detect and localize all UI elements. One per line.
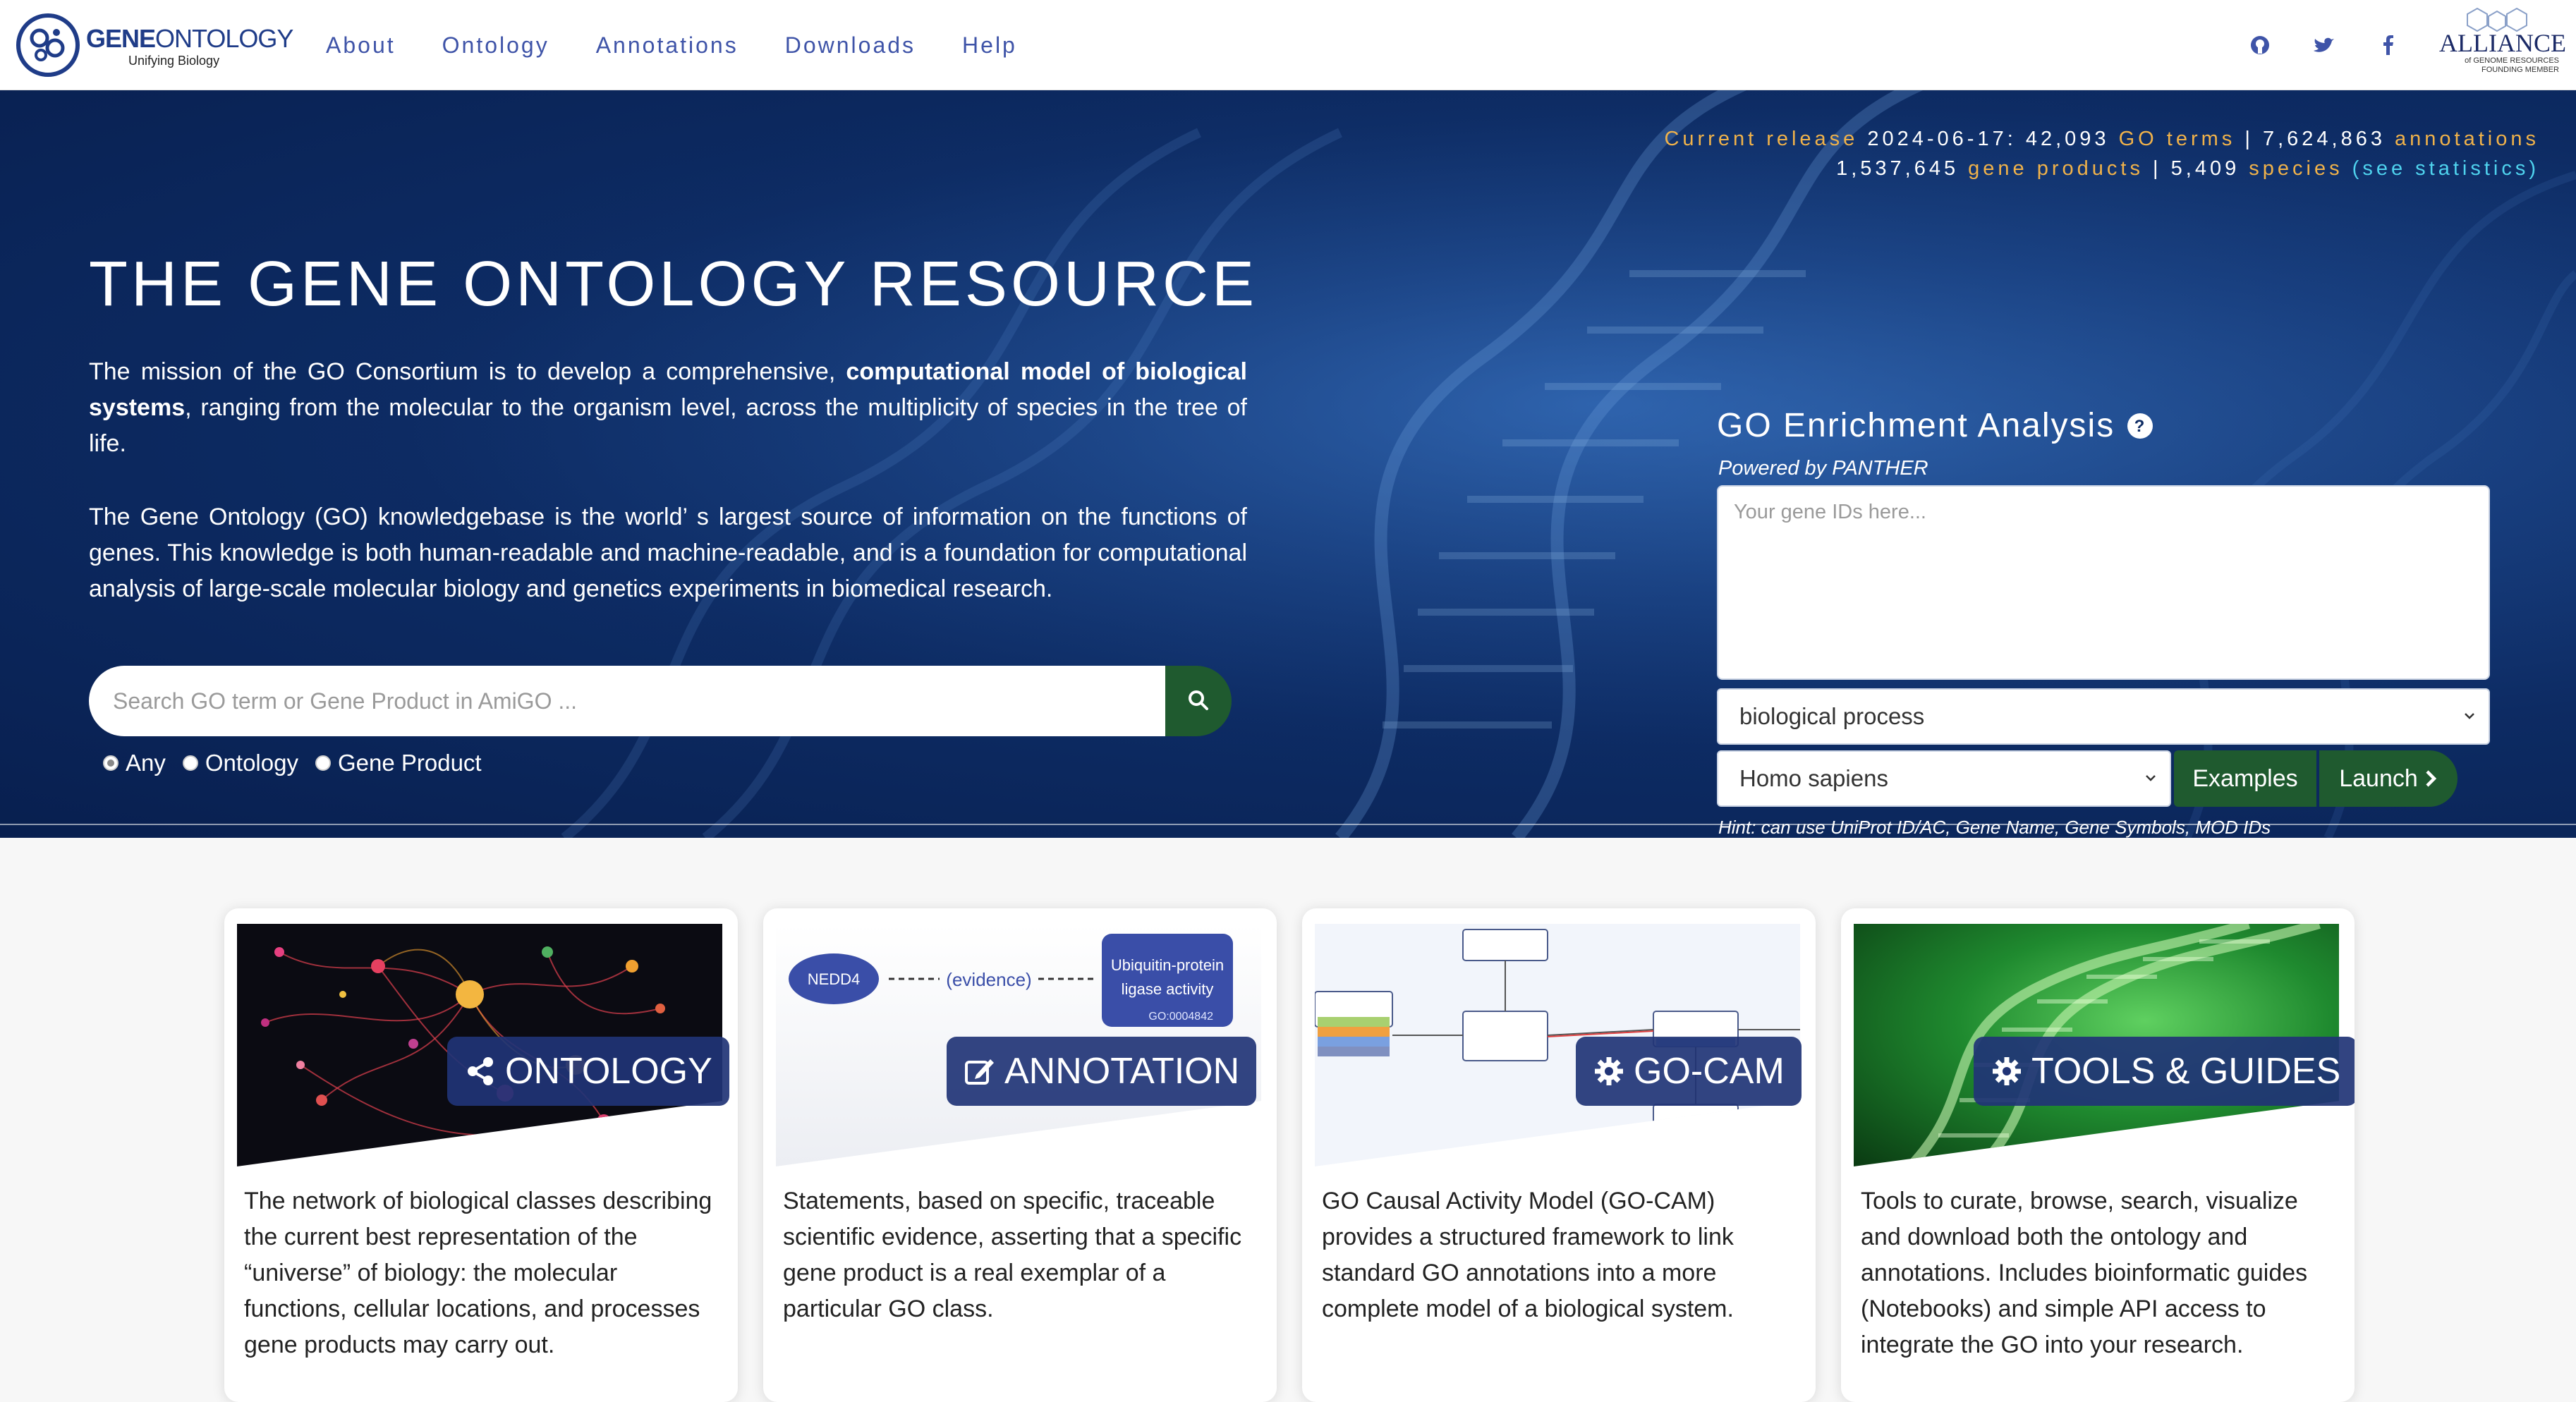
- alliance-logo[interactable]: ALLIANCE of GENOME RESOURCES FOUNDING ME…: [2432, 7, 2566, 83]
- species-select[interactable]: Homo sapiens: [1717, 750, 2171, 807]
- svg-text:Ubiquitin-protein: Ubiquitin-protein: [1111, 956, 1224, 974]
- radio-any-dot[interactable]: [103, 755, 119, 771]
- chevron-down-icon: [2146, 775, 2156, 781]
- share-icon: [468, 1057, 493, 1085]
- alliance-wordmark: ALLIANCE: [2439, 29, 2566, 57]
- ontology-description: The network of biological classes descri…: [244, 1188, 712, 1358]
- search-button[interactable]: [1165, 666, 1232, 736]
- search-icon: [1189, 690, 1208, 710]
- svg-text:GO:0004842: GO:0004842: [1148, 1011, 1213, 1023]
- twitter-icon[interactable]: [2309, 31, 2338, 59]
- page-title: THE GENE ONTOLOGY RESOURCE: [89, 249, 1258, 319]
- logo-tagline: Unifying Biology: [128, 54, 220, 68]
- nedd4-node-label: NEDD4: [808, 970, 861, 988]
- mission-paragraph: The mission of the GO Consortium is to d…: [89, 358, 1247, 457]
- card-go-cam[interactable]: GO-CAM GO Causal Activity Model (GO-CAM)…: [1302, 908, 1816, 1402]
- card-tools-guides[interactable]: TOOLS & GUIDES Tools to curate, browse, …: [1841, 908, 2355, 1402]
- gear-icon: [1595, 1057, 1623, 1085]
- chevron-down-icon: [2465, 713, 2474, 719]
- hero-divider: [0, 824, 2576, 825]
- card-annotation[interactable]: NEDD4 (evidence) Ubiquitin-protein ligas…: [763, 908, 1277, 1402]
- release-stats: Current release 2024-06-17: 42,093 GO te…: [1664, 128, 2539, 180]
- svg-text:ligase activity: ligase activity: [1122, 980, 1214, 998]
- main-nav: About Ontology Annotations Downloads Hel…: [326, 28, 1064, 62]
- amigo-search: [89, 666, 1232, 736]
- annotation-description: Statements, based on specific, traceable…: [783, 1188, 1242, 1322]
- radio-ontology-dot[interactable]: [182, 755, 198, 771]
- hero-section: Current release 2024-06-17: 42,093 GO te…: [0, 90, 2576, 838]
- launch-button[interactable]: Launch: [2319, 750, 2457, 807]
- facebook-icon[interactable]: [2374, 31, 2402, 59]
- gear-icon: [1993, 1057, 2021, 1085]
- nav-ontology[interactable]: Ontology: [442, 28, 549, 62]
- go-cam-description: GO Causal Activity Model (GO-CAM) provid…: [1322, 1188, 1734, 1322]
- powered-by-panther: Powered by PANTHER: [1718, 457, 1928, 480]
- gene-ids-textarea[interactable]: [1717, 485, 2490, 680]
- tools-badge[interactable]: TOOLS & GUIDES: [1974, 1037, 2355, 1106]
- edit-icon: [965, 1059, 994, 1085]
- radio-gene-product[interactable]: Gene Product: [315, 750, 482, 776]
- radio-gene-product-dot[interactable]: [315, 755, 331, 771]
- card-ontology[interactable]: ONTOLOGY The network of biological class…: [224, 908, 738, 1402]
- annotation-badge[interactable]: ANNOTATION: [947, 1037, 1257, 1106]
- help-icon[interactable]: ?: [2126, 412, 2154, 440]
- top-navbar: GENEONTOLOGY Unifying Biology About Onto…: [0, 0, 2576, 90]
- go-cam-badge[interactable]: GO-CAM: [1576, 1037, 1802, 1106]
- nav-help[interactable]: Help: [962, 28, 1017, 62]
- gene-ontology-logo[interactable]: GENEONTOLOGY Unifying Biology: [16, 13, 293, 80]
- enrichment-title: GO Enrichment Analysis ?: [1717, 406, 2154, 445]
- examples-button[interactable]: Examples: [2174, 750, 2316, 807]
- ontology-aspect-select[interactable]: biological process: [1717, 688, 2490, 745]
- nav-about[interactable]: About: [326, 28, 396, 62]
- ontology-badge[interactable]: ONTOLOGY: [447, 1037, 729, 1106]
- alliance-subtitle: of GENOME RESOURCES FOUNDING MEMBER: [2465, 56, 2559, 74]
- see-statistics-link[interactable]: (see statistics): [2352, 157, 2539, 180]
- nav-annotations[interactable]: Annotations: [596, 28, 739, 62]
- knowledgebase-paragraph: The Gene Ontology (GO) knowledgebase is …: [89, 504, 1247, 602]
- go-logo-icon: [16, 13, 80, 77]
- radio-any[interactable]: Any: [103, 750, 166, 776]
- github-icon[interactable]: [2246, 31, 2274, 59]
- svg-text:?: ?: [2134, 417, 2146, 436]
- logo-wordmark: GENEONTOLOGY: [86, 24, 293, 53]
- tools-description: Tools to curate, browse, search, visuali…: [1861, 1188, 2308, 1358]
- radio-ontology[interactable]: Ontology: [182, 750, 298, 776]
- enrichment-hint: Hint: can use UniProt ID/AC, Gene Name, …: [1718, 817, 2271, 838]
- evidence-label: (evidence): [946, 969, 1031, 990]
- chevron-right-icon: [2426, 770, 2436, 787]
- amigo-search-input[interactable]: [89, 666, 1167, 736]
- search-scope-radios: Any Ontology Gene Product: [103, 748, 499, 779]
- nav-downloads[interactable]: Downloads: [785, 28, 916, 62]
